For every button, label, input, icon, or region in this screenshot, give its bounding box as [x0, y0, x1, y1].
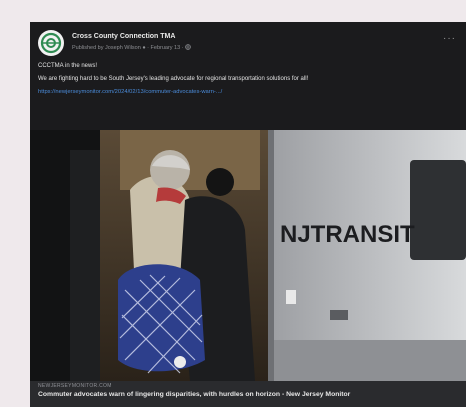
page-name-link[interactable]: Cross County Connection TMA — [72, 33, 175, 40]
link-preview-domain: NEWJERSEYMONITOR.COM — [38, 383, 112, 389]
article-photo[interactable]: NJTRANSIT — [30, 130, 466, 381]
post-body: CCCTMA in the news! We are fighting hard… — [38, 62, 456, 97]
globe-icon — [185, 44, 191, 50]
page-avatar[interactable] — [38, 30, 64, 56]
post-meta: Published by Joseph Wilson ● · February … — [72, 44, 191, 51]
facebook-post-card: Cross County Connection TMA Published by… — [30, 22, 466, 407]
more-options-button[interactable]: ··· — [443, 33, 456, 44]
cross-county-logo-icon — [40, 32, 62, 54]
link-preview-title[interactable]: Commuter advocates warn of lingering dis… — [38, 391, 458, 399]
article-link[interactable]: https://newjerseymonitor.com/2024/02/13/… — [38, 88, 456, 97]
post-text-line: CCCTMA in the news! — [38, 63, 98, 69]
post-header: Cross County Connection TMA Published by… — [38, 30, 458, 58]
link-preview[interactable]: NEWJERSEYMONITOR.COM Commuter advocates … — [30, 381, 466, 407]
nj-transit-logo-text: NJTRANSIT — [280, 221, 415, 248]
train-commuter-photo: NJTRANSIT — [30, 130, 466, 381]
post-text-paragraph: We are fighting hard to be South Jersey'… — [38, 76, 309, 82]
post-meta-text: Published by Joseph Wilson ● · February … — [72, 45, 186, 51]
